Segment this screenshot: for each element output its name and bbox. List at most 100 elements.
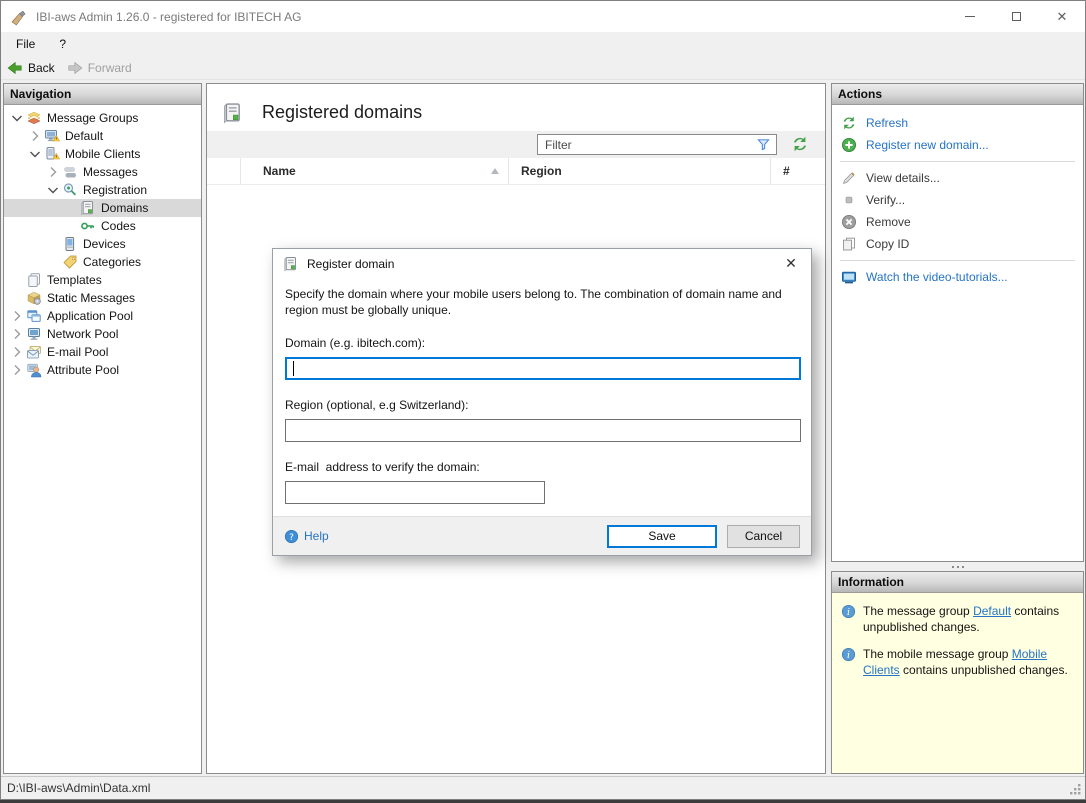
action-verify[interactable]: Verify... <box>832 189 1083 211</box>
information-header: Information <box>832 572 1083 593</box>
nav-item-default[interactable]: Default <box>4 127 201 145</box>
note-prefix: The message group <box>863 604 973 618</box>
nav-label: Categories <box>83 255 141 269</box>
key-icon <box>80 218 96 234</box>
action-label: Copy ID <box>866 237 909 251</box>
application-pool-icon <box>26 308 42 324</box>
menu-file[interactable]: File <box>16 37 35 51</box>
nav-item-static-messages[interactable]: Static Messages <box>4 289 201 307</box>
chevron-down-icon[interactable] <box>26 146 44 162</box>
action-label: Verify... <box>866 193 905 207</box>
back-label: Back <box>28 61 55 75</box>
templates-icon <box>26 272 42 288</box>
nav-item-domains[interactable]: Domains <box>4 199 201 217</box>
maximize-button[interactable] <box>993 1 1039 32</box>
forward-label: Forward <box>88 61 132 75</box>
column-header-count[interactable]: # <box>771 158 827 184</box>
dialog-title: Register domain <box>307 257 394 271</box>
action-remove[interactable]: Remove <box>832 211 1083 233</box>
nav-item-application-pool[interactable]: Application Pool <box>4 307 201 325</box>
back-button[interactable]: Back <box>7 60 55 76</box>
note-link-default[interactable]: Default <box>973 604 1011 618</box>
nav-label: Static Messages <box>47 291 135 305</box>
nav-item-registration[interactable]: Registration <box>4 181 201 199</box>
mobile-warning-icon <box>44 146 60 162</box>
forward-button[interactable]: Forward <box>67 60 132 76</box>
filter-funnel-icon[interactable] <box>756 137 771 152</box>
chevron-down-icon[interactable] <box>8 110 26 126</box>
nav-label: Attribute Pool <box>47 363 119 377</box>
chevron-right-icon[interactable] <box>8 308 26 324</box>
nav-label: Message Groups <box>47 111 138 125</box>
nav-label: Devices <box>83 237 126 251</box>
chevron-right-icon[interactable] <box>44 164 62 180</box>
nav-label: Application Pool <box>47 309 133 323</box>
action-label: Watch the video-tutorials... <box>866 270 1008 284</box>
action-refresh[interactable]: Refresh <box>832 112 1083 134</box>
resize-grip[interactable] <box>1069 783 1082 796</box>
nav-item-categories[interactable]: Categories <box>4 253 201 271</box>
registered-domains-icon <box>222 100 244 126</box>
chevron-right-icon[interactable] <box>26 128 44 144</box>
cancel-button[interactable]: Cancel <box>727 525 800 548</box>
email-input[interactable] <box>285 481 545 504</box>
action-view-details[interactable]: View details... <box>832 167 1083 189</box>
chevron-down-icon[interactable] <box>44 182 62 198</box>
save-button[interactable]: Save <box>607 525 717 548</box>
actions-separator <box>840 260 1075 261</box>
nav-item-network-pool[interactable]: Network Pool <box>4 325 201 343</box>
dialog-title-bar: Register domain ✕ <box>273 249 811 278</box>
monitor-warning-icon <box>44 128 60 144</box>
chevron-right-icon[interactable] <box>8 362 26 378</box>
close-button[interactable]: ✕ <box>1039 1 1085 32</box>
menu-help[interactable]: ? <box>59 37 66 51</box>
domain-input[interactable] <box>285 357 801 380</box>
help-link[interactable]: Help <box>284 529 329 544</box>
chevron-spacer <box>44 254 62 270</box>
device-icon <box>62 236 78 252</box>
nav-item-mobile-clients[interactable]: Mobile Clients <box>4 145 201 163</box>
column-header-name[interactable]: Name <box>241 158 509 184</box>
cancel-label: Cancel <box>745 529 782 543</box>
action-register-new-domain[interactable]: Register new domain... <box>832 134 1083 156</box>
right-column: Actions Refresh Register new domain... <box>831 83 1084 774</box>
save-label: Save <box>648 529 675 543</box>
info-icon <box>841 604 856 619</box>
action-label: View details... <box>866 171 940 185</box>
help-label: Help <box>304 529 329 543</box>
nav-item-attribute-pool[interactable]: Attribute Pool <box>4 361 201 379</box>
actions-list: Refresh Register new domain... View deta… <box>832 105 1083 288</box>
nav-item-messages[interactable]: Messages <box>4 163 201 181</box>
action-watch-tutorials[interactable]: Watch the video-tutorials... <box>832 266 1083 288</box>
domains-icon <box>80 200 96 216</box>
filter-input[interactable] <box>537 134 777 155</box>
chevron-spacer <box>8 272 26 288</box>
nav-item-email-pool[interactable]: E-mail Pool <box>4 343 201 361</box>
action-copy-id[interactable]: Copy ID <box>832 233 1083 255</box>
chevron-right-icon[interactable] <box>8 326 26 342</box>
nav-label: Messages <box>83 165 138 179</box>
panel-splitter[interactable] <box>831 562 1084 571</box>
actions-header: Actions <box>832 84 1083 105</box>
copy-icon <box>841 236 857 252</box>
chevron-right-icon[interactable] <box>8 344 26 360</box>
screen: IBI-aws Admin 1.26.0 - registered for IB… <box>0 0 1086 803</box>
column-header-region[interactable]: Region <box>509 158 771 184</box>
pencil-icon <box>841 170 857 186</box>
dialog-close-button[interactable]: ✕ <box>771 249 811 278</box>
region-input[interactable] <box>285 419 801 442</box>
action-label: Register new domain... <box>866 138 989 152</box>
nav-item-devices[interactable]: Devices <box>4 235 201 253</box>
status-bar: D:\IBI-aws\Admin\Data.xml <box>1 776 1085 799</box>
nav-item-templates[interactable]: Templates <box>4 271 201 289</box>
nav-label: Codes <box>101 219 136 233</box>
nav-item-message-groups[interactable]: Message Groups <box>4 109 201 127</box>
info-note-text: The message group Default contains unpub… <box>863 603 1075 635</box>
minimize-button[interactable] <box>947 1 993 32</box>
nav-item-codes[interactable]: Codes <box>4 217 201 235</box>
nav-label: E-mail Pool <box>47 345 108 359</box>
add-icon <box>841 137 857 153</box>
refresh-list-icon[interactable] <box>791 135 809 153</box>
note-suffix: contains unpublished changes. <box>900 663 1068 677</box>
messages-icon <box>62 164 78 180</box>
